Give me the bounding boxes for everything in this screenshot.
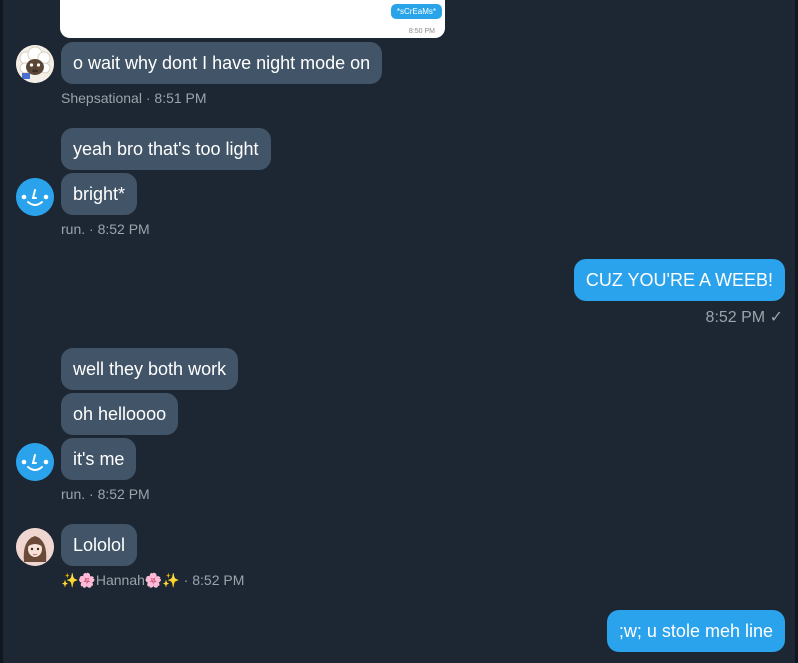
smiley-face-avatar-icon[interactable] [16, 443, 54, 481]
anime-girl-avatar-icon[interactable] [16, 528, 54, 566]
timestamp: 8:51 PM [154, 90, 207, 106]
message-meta: Shepsational · 8:51 PM [61, 90, 207, 106]
message-meta: run. · 8:52 PM [61, 221, 150, 237]
timestamp: 8:52 PM [97, 221, 150, 237]
window-edge-left [0, 0, 3, 663]
sheep-avatar-icon[interactable] [16, 45, 54, 83]
sender-name[interactable]: Shepsational [61, 90, 142, 106]
shared-image-preview[interactable]: *sCrEaMs* 8:50 PM [60, 0, 445, 38]
image-inner-bubble: *sCrEaMs* [390, 4, 442, 19]
message-meta: run. · 8:52 PM [61, 486, 150, 502]
smiley-face-avatar-icon[interactable] [16, 178, 54, 216]
meta-separator: · [85, 486, 98, 502]
sender-name[interactable]: ✨🌸Hannah🌸✨ [61, 572, 180, 588]
outgoing-message-meta: 8:52 PM ✓ [706, 307, 783, 327]
sender-name[interactable]: run. [61, 221, 85, 237]
meta-separator: · [85, 221, 98, 237]
timestamp: 8:52 PM [192, 572, 245, 588]
message-bubble[interactable]: well they both work [61, 348, 239, 390]
timestamp: 8:52 PM [705, 309, 766, 326]
message-bubble[interactable]: o wait why dont I have night mode on [61, 42, 383, 84]
checkmark-icon: ✓ [769, 309, 783, 326]
timestamp: 8:52 PM [97, 486, 150, 502]
message-bubble[interactable]: it's me [61, 438, 137, 480]
message-bubble[interactable]: bright* [61, 173, 138, 215]
meta-separator: · [141, 90, 155, 106]
outgoing-message-bubble[interactable]: ;w; u stole meh line [606, 610, 785, 652]
message-bubble[interactable]: yeah bro that's too light [61, 128, 271, 170]
sender-name[interactable]: run. [61, 486, 85, 502]
message-bubble[interactable]: Lololol [61, 524, 138, 566]
meta-separator: · [179, 572, 193, 588]
image-inner-time: 8:50 PM [408, 28, 435, 35]
message-meta: ✨🌸Hannah🌸✨ · 8:52 PM [61, 572, 244, 589]
message-bubble[interactable]: oh helloooo [61, 393, 179, 435]
outgoing-message-bubble[interactable]: CUZ YOU'RE A WEEB! [573, 259, 785, 301]
